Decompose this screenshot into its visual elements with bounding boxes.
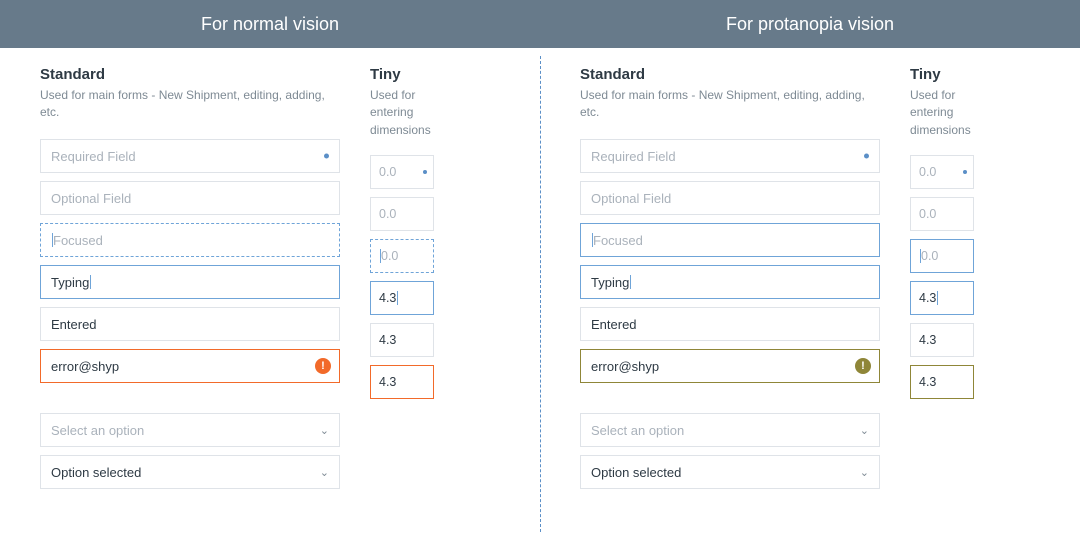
tiny-input-entered[interactable]: 4.3 (910, 323, 974, 357)
input-text: Required Field (591, 149, 676, 164)
tiny-input-focused[interactable]: 0.0 (910, 239, 974, 273)
input-text: Focused (593, 233, 643, 248)
column-standard: Standard Used for main forms - New Shipm… (580, 66, 880, 530)
select-filled[interactable]: Option selected ⌄ (40, 455, 340, 489)
input-text: 0.0 (379, 165, 396, 179)
banner-title-normal: For normal vision (0, 0, 540, 48)
tiny-input-optional[interactable]: 0.0 (370, 197, 434, 231)
required-dot-icon (324, 154, 329, 159)
input-text: Optional Field (591, 191, 671, 206)
input-error[interactable]: error@shyp ! (580, 349, 880, 383)
input-typing[interactable]: Typing (580, 265, 880, 299)
heading-tiny: Tiny (370, 66, 460, 83)
column-tiny: Tiny Used for entering dimensions 0.0 0.… (910, 66, 1000, 530)
column-tiny: Tiny Used for entering dimensions 0.0 0.… (370, 66, 460, 530)
input-focused[interactable]: Focused (580, 223, 880, 257)
panel-normal: Standard Used for main forms - New Shipm… (0, 48, 540, 540)
tiny-input-optional[interactable]: 0.0 (910, 197, 974, 231)
input-entered[interactable]: Entered (40, 307, 340, 341)
desc-standard: Used for main forms - New Shipment, edit… (580, 87, 880, 123)
heading-standard: Standard (40, 66, 340, 83)
input-text: Typing (591, 275, 629, 290)
input-text: Focused (53, 233, 103, 248)
select-filled[interactable]: Option selected ⌄ (580, 455, 880, 489)
input-error[interactable]: error@shyp ! (40, 349, 340, 383)
tiny-input-focused[interactable]: 0.0 (370, 239, 434, 273)
desc-standard: Used for main forms - New Shipment, edit… (40, 87, 340, 123)
vision-banner: For normal vision For protanopia vision (0, 0, 1080, 48)
column-standard: Standard Used for main forms - New Shipm… (40, 66, 340, 530)
select-label: Select an option (51, 423, 144, 438)
input-text: Typing (51, 275, 89, 290)
input-text: 4.3 (919, 375, 936, 389)
input-text: Optional Field (51, 191, 131, 206)
input-text: error@shyp (591, 359, 659, 374)
required-dot-icon (423, 170, 427, 174)
tiny-input-entered[interactable]: 4.3 (370, 323, 434, 357)
tiny-input-typing[interactable]: 4.3 (370, 281, 434, 315)
select-empty[interactable]: Select an option ⌄ (580, 413, 880, 447)
input-text: 4.3 (379, 333, 396, 347)
banner-title-protanopia: For protanopia vision (540, 0, 1080, 48)
input-text: 4.3 (919, 333, 936, 347)
select-label: Option selected (51, 465, 141, 480)
required-dot-icon (864, 154, 869, 159)
chevron-down-icon: ⌄ (320, 466, 329, 479)
panel-protanopia: Standard Used for main forms - New Shipm… (540, 48, 1080, 540)
tiny-input-error[interactable]: 4.3 (910, 365, 974, 399)
select-label: Option selected (591, 465, 681, 480)
input-text: 4.3 (379, 375, 396, 389)
text-caret-icon (630, 275, 631, 289)
select-empty[interactable]: Select an option ⌄ (40, 413, 340, 447)
error-icon: ! (855, 358, 871, 374)
heading-tiny: Tiny (910, 66, 1000, 83)
input-text: Entered (591, 317, 637, 332)
input-focused[interactable]: Focused (40, 223, 340, 257)
input-text: Entered (51, 317, 97, 332)
input-text: 4.3 (919, 291, 936, 305)
input-required[interactable]: Required Field (40, 139, 340, 173)
desc-tiny: Used for entering dimensions (910, 87, 1000, 139)
select-label: Select an option (591, 423, 684, 438)
input-optional[interactable]: Optional Field (580, 181, 880, 215)
input-text: 0.0 (381, 249, 398, 263)
text-caret-icon (397, 291, 398, 305)
input-text: error@shyp (51, 359, 119, 374)
input-optional[interactable]: Optional Field (40, 181, 340, 215)
required-dot-icon (963, 170, 967, 174)
chevron-down-icon: ⌄ (860, 466, 869, 479)
panel-divider (540, 56, 541, 532)
input-typing[interactable]: Typing (40, 265, 340, 299)
tiny-input-required[interactable]: 0.0 (370, 155, 434, 189)
chevron-down-icon: ⌄ (320, 424, 329, 437)
input-text: 0.0 (919, 207, 936, 221)
input-text: Required Field (51, 149, 136, 164)
heading-standard: Standard (580, 66, 880, 83)
tiny-input-typing[interactable]: 4.3 (910, 281, 974, 315)
chevron-down-icon: ⌄ (860, 424, 869, 437)
text-caret-icon (90, 275, 91, 289)
input-text: 0.0 (379, 207, 396, 221)
input-text: 4.3 (379, 291, 396, 305)
input-text: 0.0 (921, 249, 938, 263)
desc-tiny: Used for entering dimensions (370, 87, 460, 139)
input-text: 0.0 (919, 165, 936, 179)
input-required[interactable]: Required Field (580, 139, 880, 173)
error-icon: ! (315, 358, 331, 374)
tiny-input-required[interactable]: 0.0 (910, 155, 974, 189)
input-entered[interactable]: Entered (580, 307, 880, 341)
text-caret-icon (937, 291, 938, 305)
tiny-input-error[interactable]: 4.3 (370, 365, 434, 399)
